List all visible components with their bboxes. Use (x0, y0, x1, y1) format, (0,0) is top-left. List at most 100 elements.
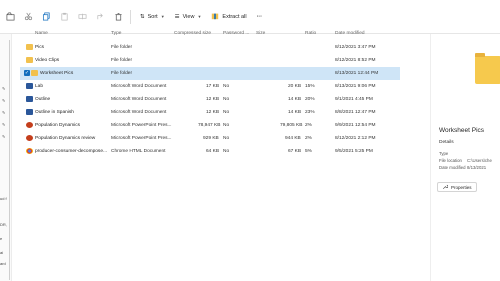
file-row[interactable]: Outline in Spanish Microsoft Word Docume… (20, 106, 400, 119)
file-compressed-size: 12 KB (206, 96, 220, 102)
file-date: 8/12/2021 2:12 PM (335, 135, 376, 141)
file-row[interactable]: Pics File folder 8/12/2021 3:47 PM (20, 41, 400, 54)
file-row[interactable]: Population Dynamics review Microsoft Pow… (20, 132, 400, 145)
file-ratio: 2% (305, 135, 312, 141)
folder-icon (475, 53, 500, 84)
file-row[interactable]: Population Dynamics Microsoft PowerPoint… (20, 119, 400, 132)
pin-icon: ✎ (2, 110, 6, 115)
pin-icon: ✎ (2, 134, 6, 139)
file-row[interactable]: Video Clips File folder 8/12/2021 8:52 P… (20, 54, 400, 67)
new-folder-icon[interactable] (2, 9, 18, 25)
file-name: Population Dynamics (35, 122, 81, 128)
chrome-html-icon (26, 148, 33, 154)
rename-icon[interactable] (74, 9, 90, 25)
file-date: 9/1/2021 4:45 PM (335, 96, 373, 102)
details-location-row: File location C:\Users\che (439, 158, 492, 163)
file-row[interactable]: producer-consumer-decompose... Chrome HT… (20, 145, 400, 158)
file-ratio: 15% (305, 83, 315, 89)
file-ratio: 5% (305, 148, 312, 154)
file-password: No (223, 135, 230, 141)
folder-icon (31, 70, 38, 76)
nav-label-cut: DR, (0, 222, 7, 227)
share-icon[interactable] (92, 9, 108, 25)
folder-icon (26, 57, 33, 63)
file-date: 8/8/2021 12:47 PM (335, 109, 376, 115)
checkbox-checked-icon[interactable]: ✓ (24, 70, 30, 76)
chevron-down-icon: ▼ (197, 14, 202, 19)
file-row[interactable]: Outline Microsoft Word Document 12 KB No… (20, 93, 400, 106)
file-ratio: 20% (305, 96, 315, 102)
file-size: 79,805 KB (280, 122, 303, 128)
details-modified-label: Date modified (439, 165, 466, 170)
details-modified-row: Date modified 8/13/2021 (439, 165, 486, 170)
view-button[interactable]: ☰ View ▼ (170, 9, 207, 25)
file-size: 944 KB (285, 135, 301, 141)
column-header-compressed-size[interactable]: Compressed size (174, 31, 211, 36)
file-name: Worksheet Pics (40, 70, 74, 76)
details-section-heading: Details (439, 140, 454, 145)
file-compressed-size: 12 KB (206, 109, 220, 115)
file-type: File folder (111, 70, 133, 76)
nav-label-cut: ard (0, 261, 6, 266)
details-title: Worksheet Pics (439, 127, 485, 134)
details-type-row: Type (439, 151, 448, 156)
copy-icon[interactable] (38, 9, 54, 25)
extract-all-label: Extract all (222, 13, 247, 20)
properties-label: Properties (451, 184, 472, 190)
file-name: Video Clips (35, 57, 60, 63)
extract-all-button[interactable]: Extract all (206, 9, 251, 25)
file-password: No (223, 109, 230, 115)
file-password: No (223, 148, 230, 154)
file-password: No (223, 83, 230, 89)
column-header-type[interactable]: Type (111, 31, 121, 36)
delete-icon[interactable] (110, 9, 126, 25)
paste-icon[interactable] (56, 9, 72, 25)
file-type: Microsoft Word Document (111, 96, 167, 102)
file-row[interactable]: Lab Microsoft Word Document 17 KB No 20 … (20, 80, 400, 93)
file-date: 8/13/2021 12:44 PM (335, 70, 379, 76)
chevron-down-icon: ▼ (160, 14, 165, 19)
sort-label: Sort (147, 13, 158, 20)
properties-icon (442, 184, 449, 191)
folder-icon (26, 44, 33, 50)
file-type: File folder (111, 57, 133, 63)
more-options-button[interactable]: ··· (252, 9, 268, 25)
file-type: Chrome HTML Document (111, 148, 166, 154)
column-header-password[interactable]: Password ... (223, 31, 249, 36)
file-size: 67 KB (288, 148, 302, 154)
word-doc-icon (26, 109, 33, 115)
column-header-size[interactable]: Size (256, 31, 265, 36)
nav-label-cut: ud f (0, 196, 7, 201)
cut-icon[interactable] (20, 9, 36, 25)
more-icon: ··· (256, 13, 263, 20)
powerpoint-icon (26, 135, 33, 141)
file-name: producer-consumer-decompose... (35, 148, 107, 154)
sort-icon: ⇅ (140, 13, 145, 20)
file-list: Pics File folder 8/12/2021 3:47 PM Video… (20, 41, 400, 158)
file-size: 20 KB (288, 83, 302, 89)
details-type-label: Type (439, 151, 449, 156)
file-row-selected[interactable]: ✓ Worksheet Pics File folder 8/13/2021 1… (20, 67, 400, 80)
toolbar-divider (130, 9, 131, 24)
powerpoint-icon (26, 122, 33, 128)
column-header-date-modified[interactable]: Date modified (335, 31, 365, 36)
file-date: 9/9/2021 12:54 PM (335, 122, 376, 128)
details-location-label: File location (439, 158, 462, 163)
command-bar: ⇅ Sort ▼ ☰ View ▼ Extract all ··· (0, 0, 500, 34)
file-type: Microsoft Word Document (111, 109, 167, 115)
file-name: Population Dynamics review (35, 135, 96, 141)
file-date: 8/12/2021 3:47 PM (335, 44, 376, 50)
file-name: Lab (35, 83, 44, 89)
pin-icon: ✎ (2, 122, 6, 127)
pane-divider[interactable] (9, 40, 10, 280)
sort-button[interactable]: ⇅ Sort ▼ (135, 9, 170, 25)
file-type: Microsoft Word Document (111, 83, 167, 89)
file-type: Microsoft PowerPoint Pres... (111, 135, 172, 141)
file-ratio: 2% (305, 122, 312, 128)
view-label: View (182, 13, 195, 20)
details-pane: Worksheet Pics Details Type File locatio… (430, 34, 500, 281)
column-header-name[interactable]: Name (35, 31, 48, 36)
properties-button[interactable]: Properties (437, 182, 477, 192)
column-header-ratio[interactable]: Ratio (305, 31, 316, 36)
file-name: Pics (35, 44, 45, 50)
